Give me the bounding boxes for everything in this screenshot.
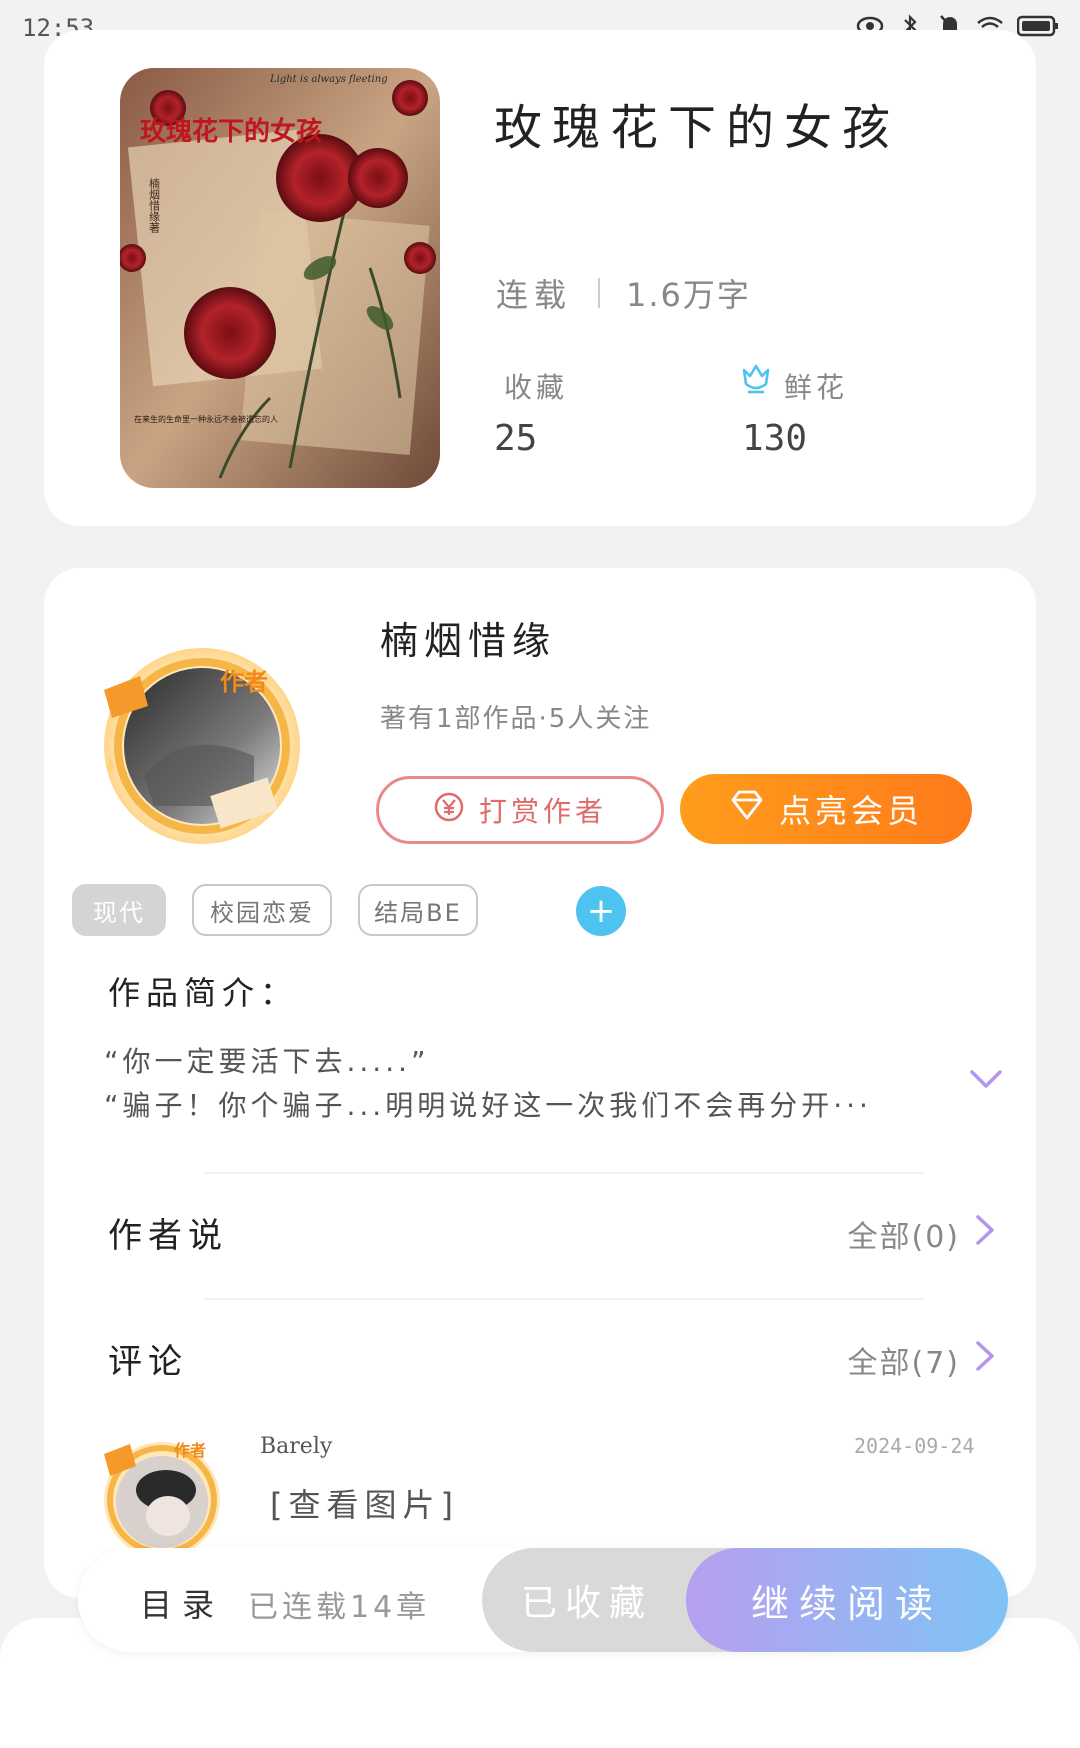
- author-says-title: 作者说: [108, 1216, 228, 1256]
- vip-button[interactable]: 点亮会员: [680, 774, 972, 844]
- comments-more-link[interactable]: 全部(7): [848, 1338, 997, 1382]
- comment-author-badge: 作者: [174, 1441, 206, 1460]
- author-name[interactable]: 楠烟惜缘: [380, 610, 556, 665]
- author-subtitle: 著有1部作品·5人关注: [380, 704, 652, 734]
- reward-author-label: 打赏作者: [478, 795, 607, 828]
- divider: [204, 1298, 924, 1300]
- continue-reading-button[interactable]: 继续阅读: [686, 1548, 1008, 1652]
- toc-button[interactable]: 目录: [140, 1580, 224, 1626]
- divider: [204, 1172, 924, 1174]
- cover-title-text: 玫瑰花下的女孩: [140, 116, 322, 147]
- book-cover[interactable]: Light is always fleeting 玫瑰花下的女孩 楠烟惜缘著 在…: [120, 68, 440, 488]
- cover-top-text: Light is always fleeting: [269, 74, 388, 85]
- tag-item[interactable]: 校园恋爱: [192, 884, 332, 936]
- chapter-count[interactable]: 已连载14章: [248, 1582, 430, 1626]
- author-says-more-link[interactable]: 全部(0): [848, 1212, 997, 1256]
- favorites-label: 收藏: [504, 371, 569, 404]
- comment-avatar[interactable]: 作者: [96, 1430, 226, 1560]
- book-status: 连载: [496, 276, 573, 314]
- bottom-action-bar: 目录 已连载14章 已收藏 继续阅读: [78, 1548, 1008, 1652]
- comment-text[interactable]: [查看图片]: [270, 1480, 459, 1526]
- author-avatar[interactable]: 作者: [84, 636, 314, 846]
- book-title: 玫瑰花下的女孩: [494, 100, 901, 156]
- reward-author-button[interactable]: 打赏作者: [376, 776, 664, 844]
- flowers-value: 130: [742, 418, 808, 459]
- intro-line: “你一定要活下去.....”: [104, 1045, 430, 1078]
- continue-reading-label: 继续阅读: [750, 1581, 943, 1626]
- author-badge: 作者: [220, 667, 268, 696]
- cover-side-text: 楠烟惜缘著: [148, 177, 161, 234]
- tag-item[interactable]: 现代: [72, 884, 166, 936]
- vip-label: 点亮会员: [778, 792, 923, 830]
- comment-date: 2024-09-24: [854, 1434, 975, 1458]
- favorites-value: 25: [494, 418, 538, 459]
- diamond-icon: [729, 789, 765, 829]
- collected-label: 已收藏: [520, 1583, 653, 1624]
- comment-username[interactable]: Barely: [260, 1434, 332, 1459]
- author-card: 作者 楠烟惜缘 著有1部作品·5人关注 打赏作者 点亮会员 现代 校园恋爱 结局…: [44, 568, 1036, 1598]
- flowers-label: 鲜花: [784, 371, 849, 404]
- expand-chevron-down-icon[interactable]: [968, 1068, 1004, 1096]
- comments-more-label: 全部(7): [847, 1346, 960, 1381]
- yuan-coin-icon: [433, 791, 465, 830]
- book-word-count: 1.6万字: [626, 276, 751, 314]
- meta-divider: [598, 278, 601, 308]
- chevron-right-icon: [974, 1213, 996, 1255]
- book-info-card: Light is always fleeting 玫瑰花下的女孩 楠烟惜缘著 在…: [44, 30, 1036, 526]
- book-meta: 连载 1.6万字: [496, 270, 751, 316]
- flower-icon: [738, 360, 774, 400]
- cover-bottom-text: 在来生的生命里一种永远不会被遗忘的人: [134, 414, 278, 424]
- intro-line: “骗子！你个骗子...明明说好这一次我们不会再分开···: [104, 1089, 872, 1122]
- comments-title: 评论: [108, 1342, 188, 1382]
- battery-icon: [1016, 12, 1060, 40]
- tag-item[interactable]: 结局BE: [358, 884, 478, 936]
- chevron-right-icon: [974, 1339, 996, 1381]
- author-says-more-label: 全部(0): [847, 1220, 960, 1255]
- add-tag-button[interactable]: +: [576, 886, 626, 936]
- plus-icon: +: [586, 891, 616, 931]
- intro-title: 作品简介：: [108, 974, 299, 1012]
